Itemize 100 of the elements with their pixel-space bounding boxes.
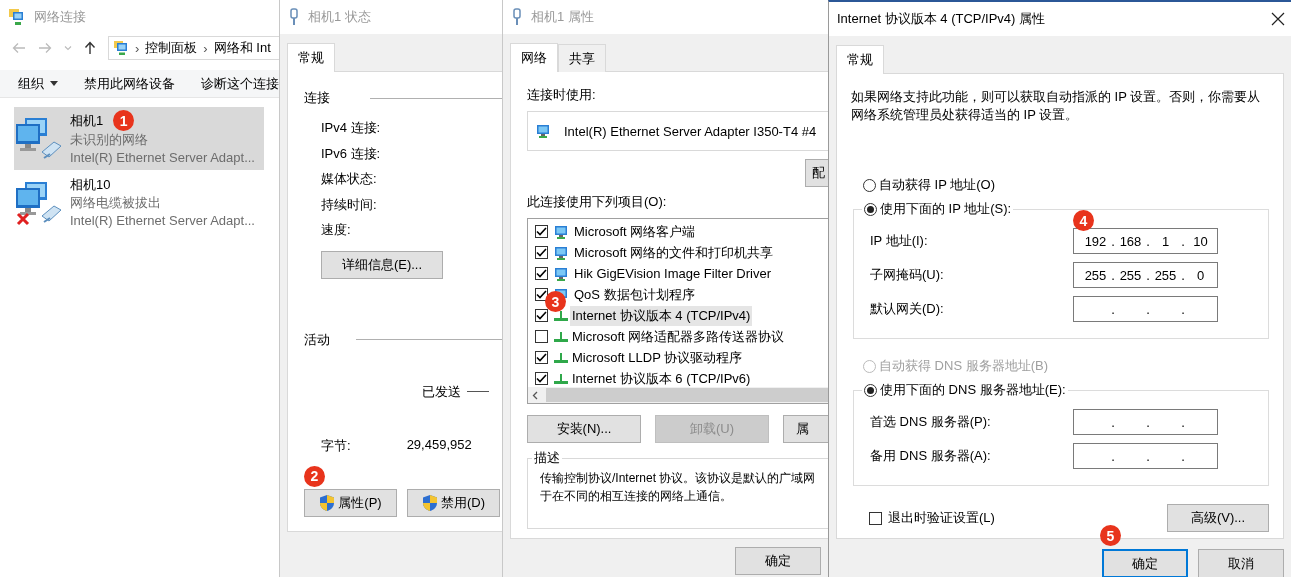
breadcrumb-item[interactable]: 控制面板 (145, 39, 198, 57)
scroll-thumb[interactable] (546, 388, 828, 402)
list-item[interactable]: Internet 协议版本 6 (TCP/IPv6) (570, 368, 753, 387)
service-icon (554, 265, 570, 282)
connection-status: 未识别的网络 (70, 131, 149, 149)
list-item[interactable]: QoS 数据包计划程序 (572, 284, 697, 305)
field-label: 媒体状态: (321, 170, 378, 188)
network-adapter-icon (536, 123, 552, 139)
connection-item[interactable]: 相机10 网络电缆被拔出 Intel(R) Ethernet Server Adapt... (14, 173, 264, 233)
list-item[interactable]: Microsoft 网络客户端 (572, 221, 698, 242)
window-title: 相机1 状态 (308, 8, 371, 26)
button[interactable]: 安装(N)... (527, 415, 641, 443)
checkbox[interactable]: 退出时验证设置(L) (869, 509, 995, 527)
field-label: 持续时间: (321, 195, 378, 214)
tab[interactable]: 网络 (510, 43, 558, 72)
step-badge: 1 (113, 110, 135, 131)
step-badge: 2 (304, 465, 325, 487)
toolbar-button[interactable]: 禁用此网络设备 (76, 70, 183, 97)
close-icon[interactable] (1271, 12, 1285, 26)
client-icon (554, 223, 570, 240)
ok-button[interactable]: 确定 (735, 547, 821, 575)
checkmark-icon (536, 311, 547, 320)
connection-name: 相机10 (70, 176, 111, 194)
tab[interactable]: 常规 (287, 43, 335, 72)
field-label: 速度: (321, 221, 352, 239)
shield-button[interactable]: 禁用(D) (407, 488, 500, 517)
byte-count: 29,459,952 (406, 436, 472, 454)
protocol-icon (554, 310, 568, 321)
up-arrow-icon[interactable] (84, 41, 96, 55)
ok-button[interactable]: 确定 (1102, 549, 1188, 577)
computers-icon (14, 180, 64, 226)
radio-button[interactable]: 使用下面的 DNS 服务器地址(E): (864, 381, 1066, 399)
field-label: IP 地址(I): (870, 232, 929, 250)
connection-item[interactable]: 相机1 1 未识别的网络 Intel(R) Ethernet Server Adapt... (14, 107, 264, 170)
checkbox[interactable] (535, 267, 548, 280)
field-label: IPv6 连接: (321, 144, 382, 163)
checkbox[interactable] (535, 246, 548, 259)
adapter-name: Intel(R) Ethernet Server Adapt... (70, 149, 255, 167)
ip-address-field[interactable]: . . . (1073, 296, 1218, 322)
network-folder-icon (8, 8, 26, 26)
checkmark-icon (536, 290, 547, 299)
breadcrumb-item[interactable]: 网络和 Int (213, 39, 271, 57)
checkmark-icon (536, 353, 547, 362)
field-label: 默认网关(D): (870, 300, 945, 318)
connection-status: 网络电缆被拔出 (70, 194, 162, 212)
horizontal-scrollbar[interactable] (528, 387, 828, 403)
description-text: 于在不同的相互连接的网络上通信。 (540, 488, 733, 505)
list-item[interactable]: Microsoft 网络适配器多路传送器协议 (570, 326, 787, 347)
service-icon (554, 244, 570, 261)
shield-icon (421, 493, 438, 512)
plug-icon (288, 8, 300, 26)
radio-button[interactable]: 使用下面的 IP 地址(S): (864, 200, 1012, 218)
field-label: 连接时使用: (527, 86, 597, 104)
protocol-icon (554, 352, 568, 363)
adapter-name: Intel(R) Ethernet Server Adapt... (70, 212, 255, 230)
details-button[interactable]: 详细信息(E)... (321, 250, 443, 279)
button[interactable]: 属 (783, 415, 828, 443)
list-item[interactable]: Hik GigEVision Image Filter Driver (572, 265, 773, 282)
window-title: Internet 协议版本 4 (TCP/IPv4) 属性 (837, 10, 1047, 28)
toolbar-button[interactable]: 诊断这个连接 (193, 70, 279, 97)
address-bar[interactable]: › 控制面板 › 网络和 Int (108, 36, 279, 60)
cancel-button[interactable]: 取消 (1198, 549, 1284, 577)
shield-button[interactable]: 属性(P) (304, 488, 397, 517)
field-label: 字节: (321, 436, 351, 455)
field-label: 此连接使用下列项目(O): (527, 193, 668, 211)
field-label: 子网掩码(U): (870, 266, 945, 284)
list-item[interactable]: Internet 协议版本 4 (TCP/IPv4) (570, 305, 753, 326)
ip-address-field[interactable]: . . . (1073, 409, 1218, 435)
window-title: 相机1 属性 (531, 8, 594, 26)
section-heading: 连接 (304, 89, 330, 107)
radio-button[interactable]: 自动获得 IP 地址(O) (863, 176, 1269, 194)
ip-address-field[interactable]: . . . (1073, 443, 1218, 469)
field-label: IPv4 连接: (321, 119, 382, 137)
breadcrumb-separator: › (135, 40, 140, 56)
checkbox[interactable] (535, 372, 548, 385)
ip-address-field[interactable]: 192 . 168 . 1 . 10 (1073, 228, 1218, 254)
tab[interactable]: 共享 (558, 44, 606, 72)
list-item[interactable]: Microsoft 网络的文件和打印机共享 (572, 242, 776, 263)
description-text: 传输控制协议/Internet 协议。该协议是默认的广域网 (540, 470, 817, 487)
breadcrumb-separator: › (203, 40, 208, 56)
field-label: 首选 DNS 服务器(P): (870, 413, 992, 431)
plug-icon (511, 8, 523, 26)
tab[interactable]: 常规 (836, 45, 884, 74)
step-badge: 4 (1073, 210, 1094, 231)
connection-name: 相机1 (70, 111, 104, 130)
protocol-icon (554, 373, 568, 384)
scroll-left-icon[interactable] (532, 390, 538, 400)
checkbox[interactable] (535, 351, 548, 364)
checkbox[interactable] (535, 309, 548, 322)
configure-button[interactable]: 配 (805, 159, 828, 187)
checkmark-icon (536, 374, 547, 383)
checkbox[interactable] (535, 225, 548, 238)
window-title: 网络连接 (34, 8, 86, 26)
menu-button[interactable]: 组织 (10, 70, 66, 97)
ip-address-field[interactable]: 255 . 255 . 255 . 0 (1073, 262, 1218, 288)
checkbox[interactable] (535, 330, 548, 343)
field-label: 备用 DNS 服务器(A): (870, 447, 992, 465)
checkbox[interactable] (535, 288, 548, 301)
advanced-button[interactable]: 高级(V)... (1167, 504, 1269, 532)
list-item[interactable]: Microsoft LLDP 协议驱动程序 (570, 347, 745, 368)
